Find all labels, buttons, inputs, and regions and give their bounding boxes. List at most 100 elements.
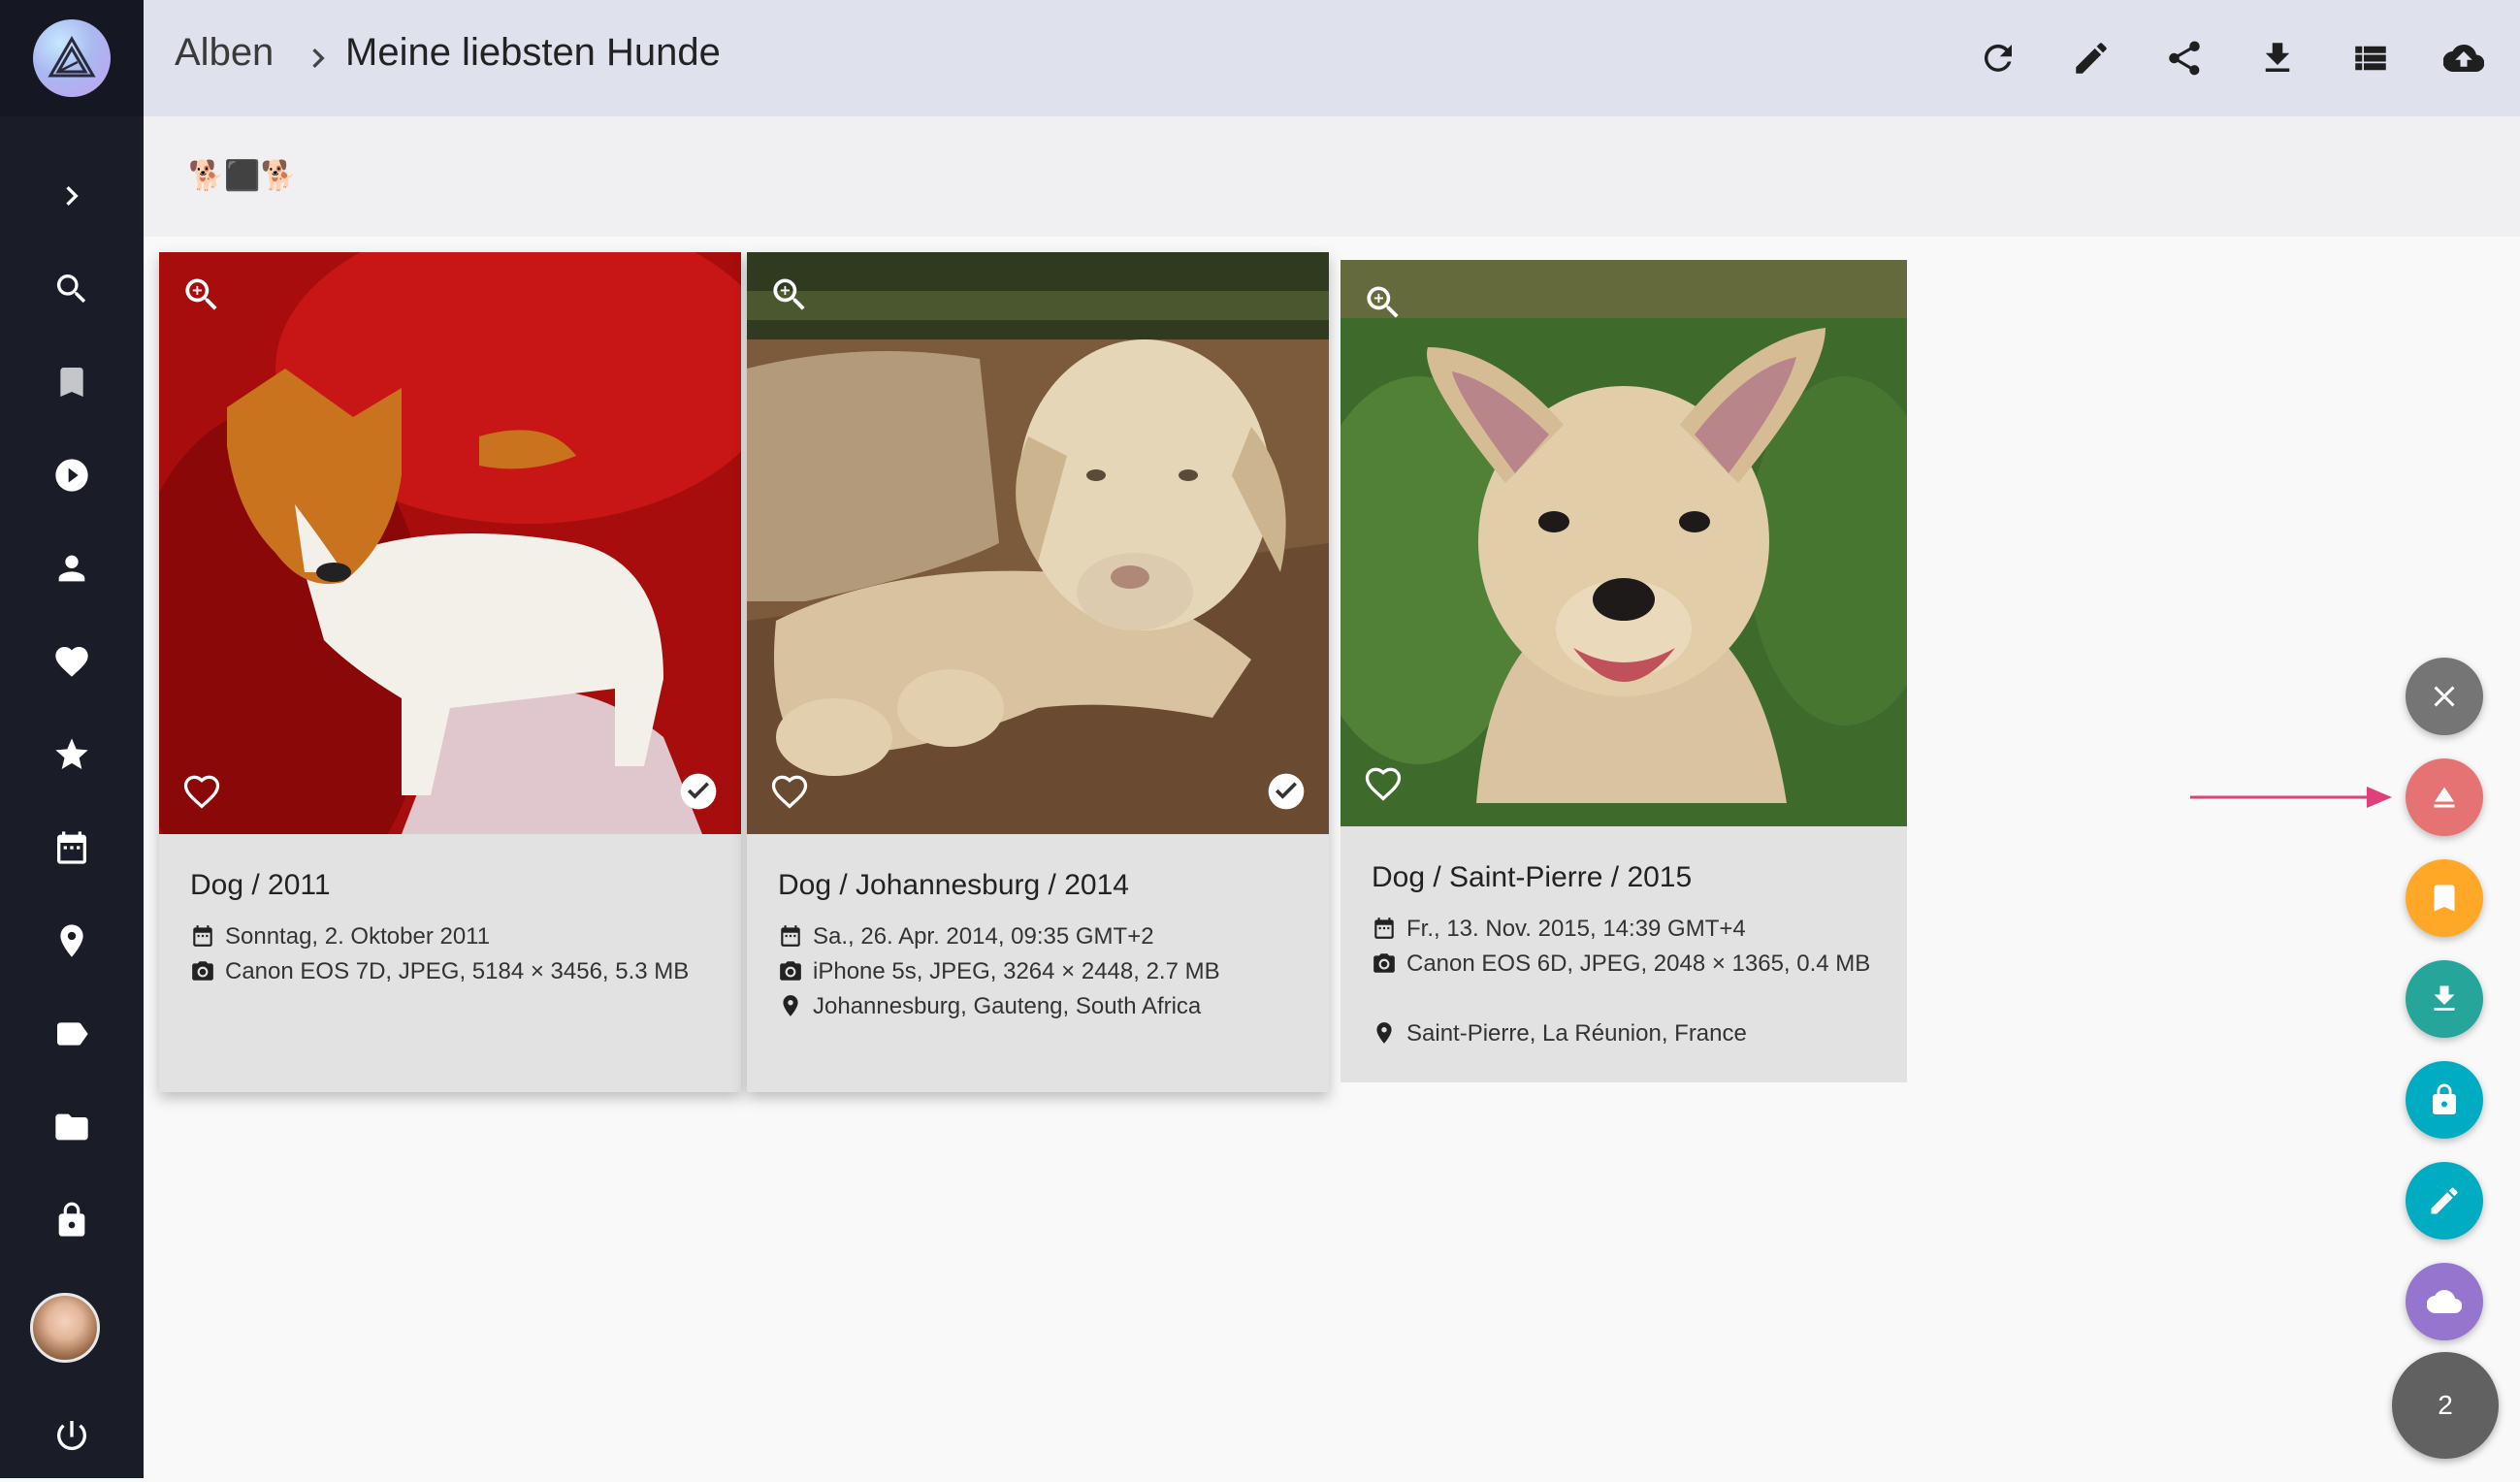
person-icon [58,555,85,582]
selection-count-button[interactable]: 2 [2392,1352,2499,1459]
lock-icon [2433,1083,2456,1114]
refresh-icon [1984,44,2012,72]
sidebar-item-people[interactable] [0,522,144,615]
share-icon [2169,41,2200,76]
zoom-icon[interactable] [1362,281,1405,324]
photo-camera-text: Canon EOS 7D, JPEG, 5184 × 3456, 5.3 MB [225,958,690,984]
clear-selection-button[interactable] [2406,658,2483,735]
download-icon [2265,43,2290,72]
close-icon [2434,686,2455,707]
photo-date-text: Fr., 13. Nov. 2015, 14:39 GMT+4 [1406,916,1746,942]
album-description-bar: 🐕‍⬛🐕 [144,116,2520,237]
edit-icon [2076,43,2107,74]
star-icon [55,738,88,769]
sidebar-item-search[interactable] [0,242,144,336]
avatar[interactable] [30,1293,100,1363]
camera-icon [780,961,801,981]
zoom-icon[interactable] [180,274,223,316]
selection-count: 2 [2438,1390,2453,1420]
selected-check-icon[interactable] [677,770,720,813]
play-icon [55,459,88,492]
photo-camera-text: iPhone 5s, JPEG, 3264 × 2448, 2.7 MB [813,958,1220,984]
app-logo[interactable] [0,0,144,116]
photo-thumbnail[interactable] [159,252,741,834]
sidebar-item-calendar[interactable] [0,801,144,894]
favorite-heart-icon[interactable] [768,770,811,813]
annotation-arrow [2190,787,2392,808]
cloud-icon [2427,1290,2462,1314]
edit-selection-button[interactable] [2406,1162,2483,1240]
download-button[interactable] [2246,27,2309,89]
share-button[interactable] [2153,27,2215,89]
photo-date: Sa., 26. Apr. 2014, 09:35 GMT+2 [778,919,1154,954]
sidebar [0,0,144,1478]
edit-icon [2431,1187,2458,1214]
photo-date-text: Sa., 26. Apr. 2014, 09:35 GMT+2 [813,923,1154,950]
sidebar-expand-button[interactable] [0,149,144,242]
breadcrumb-parent[interactable]: Alben [175,31,274,75]
photo-date: Fr., 13. Nov. 2015, 14:39 GMT+4 [1372,912,1746,947]
download-icon [2434,985,2455,1011]
folder-icon [55,1113,88,1141]
selected-check-icon[interactable] [1265,770,1308,813]
photo-card[interactable]: Dog / Johannesburg / 2014 Sa., 26. Apr. … [747,252,1329,1092]
power-icon [57,1421,87,1451]
refresh-button[interactable] [1967,27,2029,89]
cloud-share-button[interactable] [2406,1263,2483,1340]
calendar-icon [1374,918,1394,939]
list-view-icon [2355,46,2386,71]
photo-camera: Canon EOS 6D, JPEG, 2048 × 1365, 0.4 MB [1372,947,1876,982]
photo-camera: iPhone 5s, JPEG, 3264 × 2448, 2.7 MB [778,954,1220,989]
sidebar-item-moments[interactable] [0,708,144,801]
make-private-button[interactable] [2406,1061,2483,1139]
photo-thumbnail[interactable] [747,252,1329,834]
calendar-icon [193,925,212,947]
upload-button[interactable] [2433,27,2495,89]
chevron-right-icon [66,186,79,206]
location-icon [1376,1022,1392,1044]
photo-camera: Canon EOS 7D, JPEG, 5184 × 3456, 5.3 MB [190,954,689,989]
label-icon [57,1022,88,1046]
sidebar-item-favorites[interactable] [0,615,144,708]
edit-album-button[interactable] [2060,27,2122,89]
sidebar-logout-button[interactable] [0,1389,144,1482]
photo-date: Sonntag, 2. Oktober 2011 [190,919,490,954]
sidebar-item-places[interactable] [0,894,144,987]
calendar-icon [57,831,86,864]
photo-date-text: Sonntag, 2. Oktober 2011 [225,923,491,950]
photo-location-text: Saint-Pierre, La Réunion, France [1406,1020,1747,1047]
bookmark-icon [2434,885,2455,912]
bookmark-icon [60,368,83,397]
remove-from-album-button[interactable] [2406,758,2483,836]
album-description: 🐕‍⬛🐕 [188,160,298,192]
photo-title: Dog / Johannesburg / 2014 [778,869,1129,901]
sidebar-item-private[interactable] [0,1174,144,1267]
zoom-icon[interactable] [768,274,811,316]
location-icon [60,924,83,957]
photo-title: Dog / 2011 [190,869,331,901]
camera-icon [1373,953,1395,973]
lock-icon [58,1202,85,1237]
photo-title: Dog / Saint-Pierre / 2015 [1372,861,1693,893]
add-to-album-button[interactable] [2406,859,2483,937]
upload-cloud-icon [2443,44,2484,73]
sidebar-item-folders[interactable] [0,1080,144,1174]
photo-card[interactable]: Dog / Saint-Pierre / 2015 Fr., 13. Nov. … [1341,260,1907,1082]
photo-location: Johannesburg, Gauteng, South Africa [778,989,1201,1024]
favorite-heart-icon[interactable] [180,770,223,813]
sidebar-item-labels[interactable] [0,987,144,1080]
favorite-heart-icon[interactable] [1362,762,1405,805]
download-selection-button[interactable] [2406,960,2483,1038]
search-icon [56,274,86,304]
sidebar-item-albums[interactable] [0,336,144,429]
location-icon [783,995,798,1016]
list-view-button[interactable] [2340,27,2402,89]
photo-location: Saint-Pierre, La Réunion, France [1372,1016,1747,1051]
photo-thumbnail[interactable] [1341,260,1907,826]
photo-camera-text: Canon EOS 6D, JPEG, 2048 × 1365, 0.4 MB [1406,950,1871,977]
toolbar: Alben Meine liebsten Hunde [144,0,2520,116]
page-title: Meine liebsten Hunde [345,31,721,74]
calendar-icon [781,925,800,947]
sidebar-item-videos[interactable] [0,429,144,522]
photo-card[interactable]: Dog / 2011 Sonntag, 2. Oktober 2011 Cano… [159,252,741,1092]
